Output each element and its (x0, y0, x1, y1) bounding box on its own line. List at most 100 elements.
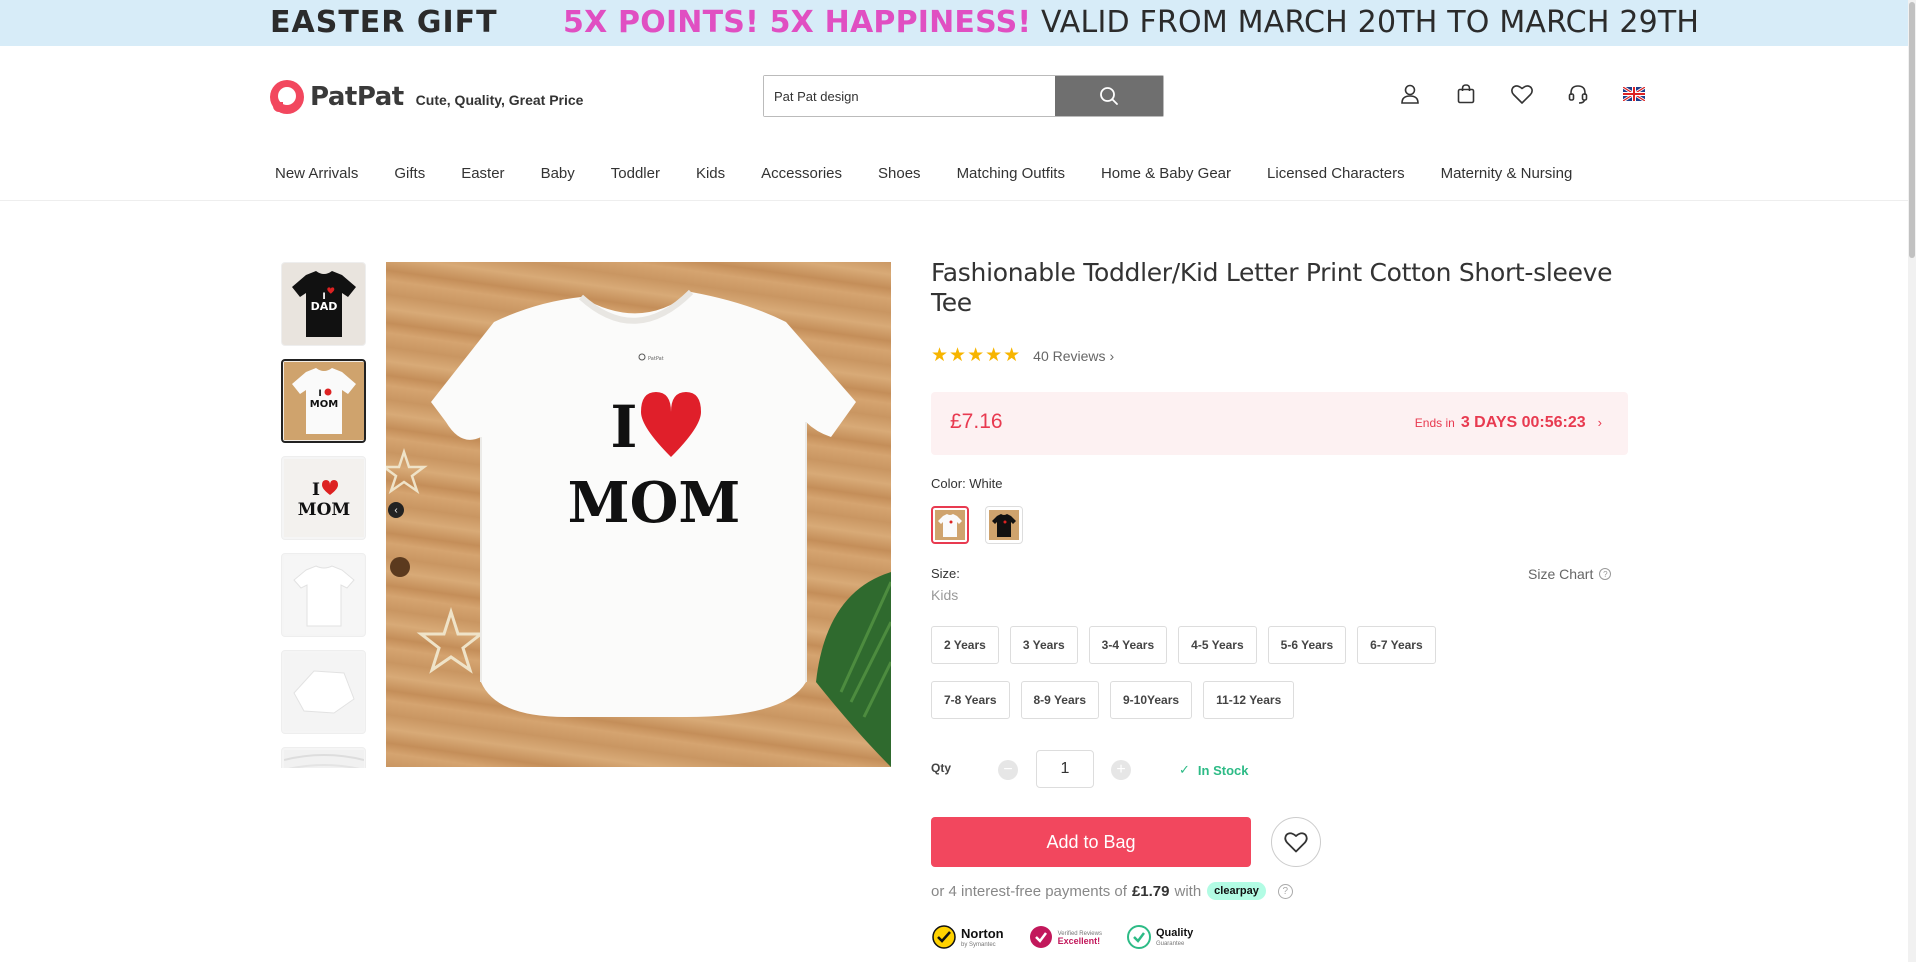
size-option[interactable]: 9-10Years (1110, 681, 1193, 719)
nav-item-maternity-nursing[interactable]: Maternity & Nursing (1423, 158, 1591, 190)
tee-back-image (283, 556, 364, 634)
nav-item-shoes[interactable]: Shoes (860, 158, 939, 190)
page-scrollbar[interactable] (1908, 0, 1916, 962)
tee-main-line1: I (610, 393, 637, 461)
swatch-black[interactable] (985, 506, 1023, 544)
color-swatches (931, 506, 1039, 544)
nav-item-toddler[interactable]: Toddler (593, 158, 678, 190)
installment-info: or 4 interest-free payments of £1.79 wit… (931, 882, 1293, 900)
tee-closeup-image: I MOM (283, 459, 364, 537)
nav-item-home-baby-gear[interactable]: Home & Baby Gear (1083, 158, 1249, 190)
size-option[interactable]: 3-4 Years (1088, 626, 1168, 664)
reviews-label: 40 Reviews (1033, 347, 1106, 364)
ends-label: Ends in (1414, 416, 1455, 430)
thumb-back[interactable] (281, 553, 366, 637)
price-box: £7.16 Ends in 3 DAYS 00:56:23 › (931, 392, 1628, 455)
nav-item-new-arrivals[interactable]: New Arrivals (257, 158, 376, 190)
badge-title: Quality (1155, 926, 1194, 939)
qty-minus-button[interactable]: − (998, 760, 1018, 780)
size-option[interactable]: 3 Years (1009, 626, 1078, 664)
price: £7.16 (950, 410, 1003, 433)
header-icons (1382, 80, 1662, 108)
rating-row: ★★★★★ 40 Reviews › (931, 344, 1114, 367)
size-option[interactable]: 8-9 Years (1020, 681, 1099, 719)
nav-item-accessories[interactable]: Accessories (743, 158, 860, 190)
badge-title: Norton (961, 925, 1004, 941)
chevron-right-icon: › (1597, 415, 1602, 430)
size-option[interactable]: 5-6 Years (1267, 626, 1347, 664)
search-bar (763, 75, 1164, 117)
size-option[interactable]: 6-7 Years (1357, 626, 1436, 664)
tee-line2: DAD (310, 300, 337, 313)
nav-divider (0, 200, 1911, 201)
logo[interactable]: PatPat Cute, Quality, Great Price (270, 80, 583, 114)
chevron-left-icon[interactable]: ‹ (388, 502, 404, 518)
trust-badges: Norton by Symantec Verified Reviews Excell… (931, 924, 1217, 950)
nav-item-easter[interactable]: Easter (443, 158, 522, 190)
thumb-mom-closeup[interactable]: I MOM (281, 456, 366, 540)
qty-input[interactable]: 1 (1036, 750, 1094, 788)
verified-reviews-badge: Verified Reviews Excellent! (1028, 924, 1102, 950)
promo-dates: VALID FROM MARCH 20TH TO MARCH 29TH (1031, 5, 1700, 40)
tee-sleeve-image (283, 653, 364, 731)
reviews-link[interactable]: 40 Reviews › (1033, 348, 1114, 364)
help-icon[interactable]: ? (1277, 883, 1293, 899)
size-chart-label: Size Chart (1528, 566, 1594, 582)
size-option[interactable]: 11-12 Years (1203, 681, 1295, 719)
nav-item-baby[interactable]: Baby (523, 158, 593, 190)
wishlist-icon[interactable] (1494, 80, 1550, 108)
tee-line2: MOM (297, 500, 350, 520)
swatch-white[interactable] (931, 506, 969, 544)
uk-flag-icon[interactable] (1606, 80, 1662, 108)
promo-title: EASTER GIFT (270, 5, 498, 40)
stock-label: In Stock (1197, 762, 1249, 778)
size-option[interactable]: 2 Years (931, 626, 999, 664)
size-option[interactable]: 7-8 Years (931, 681, 1010, 719)
nav-item-licensed-characters[interactable]: Licensed Characters (1249, 158, 1423, 190)
quality-badge: Quality Guarantee (1126, 924, 1193, 950)
nav-item-matching-outfits[interactable]: Matching Outfits (939, 158, 1083, 190)
search-icon (1100, 87, 1118, 105)
size-options: 2 Years 3 Years 3-4 Years 4-5 Years 5-6 Year… (931, 626, 1531, 736)
tee-detail-image (283, 750, 364, 768)
thumb-sleeve[interactable] (281, 650, 366, 734)
badge-sub: by Symantec (961, 941, 996, 948)
search-input[interactable] (764, 76, 1055, 116)
wishlist-button[interactable] (1271, 817, 1321, 867)
tee-main-line2: MOM (568, 470, 741, 536)
search-button[interactable] (1055, 76, 1163, 116)
rating-stars-icon: ★★★★★ (931, 345, 1022, 366)
account-icon[interactable] (1382, 80, 1438, 108)
promo-message: 5X POINTS! 5X HAPPINESS! VALID FROM MARC… (563, 5, 1699, 40)
white-tee-swatch-image (935, 510, 965, 540)
size-label: Size: (931, 566, 960, 581)
scrollbar-thumb[interactable] (1909, 2, 1915, 258)
add-to-bag-button[interactable]: Add to Bag (931, 817, 1251, 867)
qty-plus-button[interactable]: + (1111, 760, 1131, 780)
support-icon[interactable] (1550, 80, 1606, 108)
promo-banner[interactable]: EASTER GIFT 5X POINTS! 5X HAPPINESS! VAL… (0, 0, 1916, 46)
tee-white-image: I MOM (283, 362, 364, 440)
size-chart-link[interactable]: Size Chart ? (1528, 566, 1612, 582)
main-product-image[interactable]: ‹ PatPat I MOM (386, 262, 891, 767)
tee-main-image: PatPat I MOM (386, 289, 891, 767)
thumb-mom-white[interactable]: I MOM (281, 359, 366, 443)
installment-amount: £1.79 (1131, 882, 1170, 900)
badge-sub: Guarantee (1155, 940, 1185, 947)
heart-icon (1284, 832, 1308, 853)
badge-title: Excellent! (1057, 935, 1101, 946)
thumb-dad-black[interactable]: I DAD (281, 262, 366, 346)
color-label: Color: White (931, 476, 1003, 491)
black-tee-swatch-image (989, 510, 1019, 540)
chevron-right-icon: › (1109, 347, 1115, 364)
thumb-detail[interactable] (281, 747, 366, 768)
installment-with: with (1174, 882, 1202, 900)
nav-item-gifts[interactable]: Gifts (376, 158, 443, 190)
tee-brand: PatPat (648, 356, 664, 362)
size-option[interactable]: 4-5 Years (1178, 626, 1257, 664)
nav-item-kids[interactable]: Kids (678, 158, 743, 190)
logo-tagline: Cute, Quality, Great Price (415, 92, 584, 108)
product-title: Fashionable Toddler/Kid Letter Print Cot… (931, 258, 1613, 317)
countdown[interactable]: Ends in 3 DAYS 00:56:23 › (1415, 414, 1602, 432)
bag-icon[interactable] (1438, 80, 1494, 108)
